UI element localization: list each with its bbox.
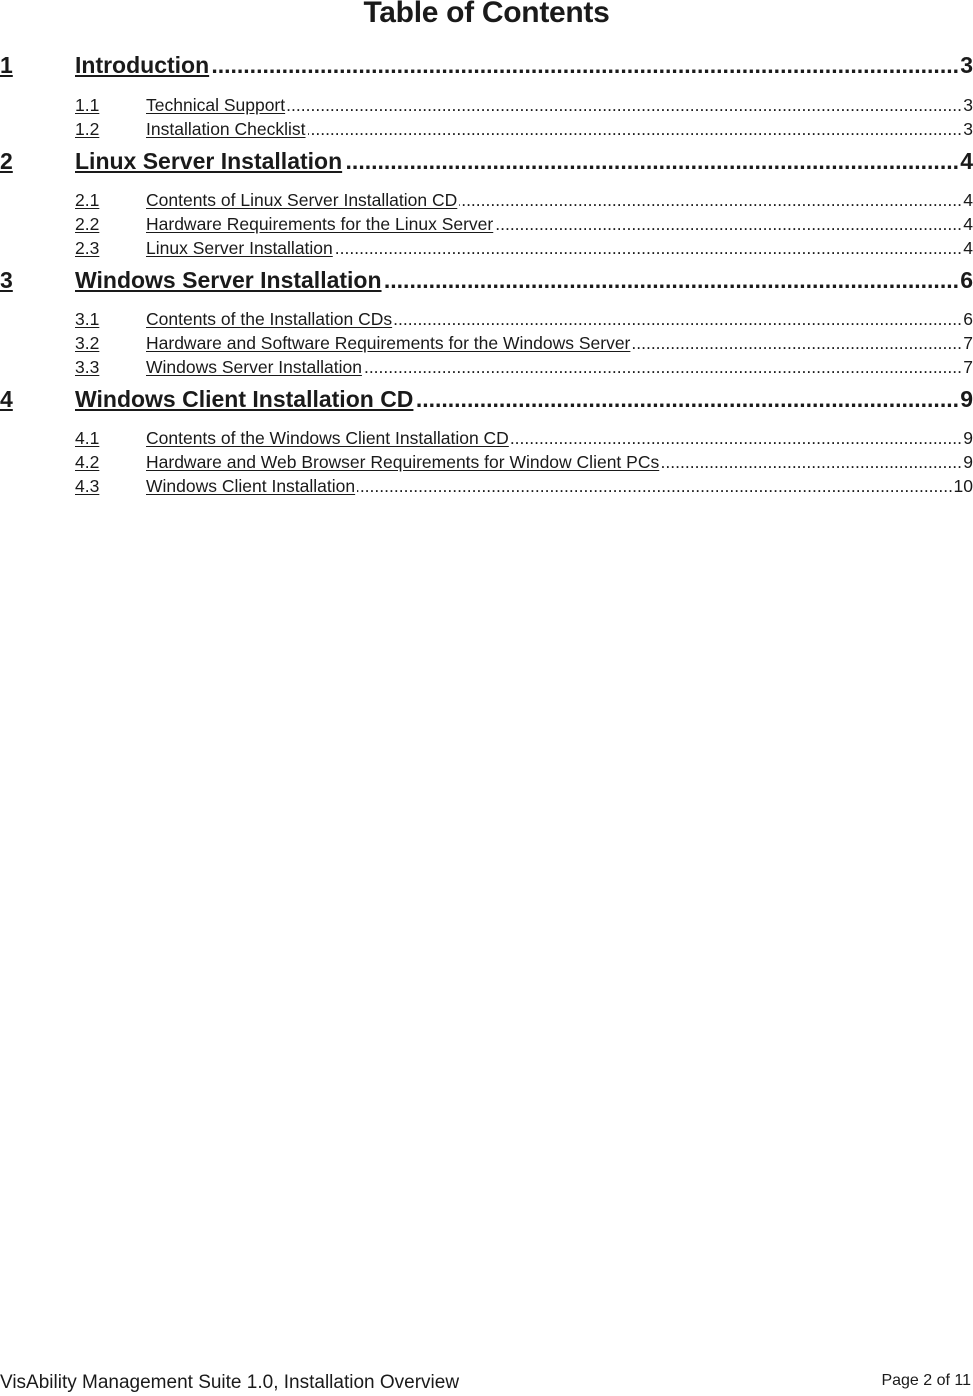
toc-entry-page: 4 [963,190,973,210]
toc-entry-title[interactable]: Windows Server Installation [75,267,382,294]
dot-leader: ........................................… [495,214,962,234]
page-title: Table of Contents [363,0,610,29]
toc-entry-number[interactable]: 2.1 [75,190,99,211]
toc-entry-page: 3 [963,95,973,115]
toc-entry-page: 7 [963,333,973,353]
footer-page-number: Page 2 of 11 [881,1372,971,1389]
dot-leader: ........................................… [211,52,959,78]
toc-entry-title[interactable]: Windows Client Installation [146,476,355,497]
toc-entry-title[interactable]: Windows Server Installation [146,357,362,378]
toc-entry-number[interactable]: 2 [0,148,13,175]
toc-entry-number[interactable]: 1.1 [75,95,99,116]
toc-entry-title[interactable]: Technical Support [146,95,285,116]
toc-entry-title[interactable]: Installation Checklist [146,119,306,140]
toc-entry-title[interactable]: Linux Server Installation [146,238,333,259]
toc-entry-title[interactable]: Hardware and Software Requirements for t… [146,333,630,354]
footer-document-title: VisAbility Management Suite 1.0, Install… [0,1372,460,1393]
dot-leader: ........................................… [287,95,962,115]
toc-entry-page: 4 [963,214,973,234]
toc-entry-title[interactable]: Introduction [75,52,209,79]
dot-leader: ........................................… [357,476,953,496]
dot-leader: ........................................… [335,238,962,258]
toc-entry-number[interactable]: 2.2 [75,214,99,235]
dot-leader: ........................................… [308,119,962,139]
toc-entry-page: 3 [960,52,973,78]
toc-entry-page: 7 [963,357,973,377]
dot-leader: ........................................… [415,386,959,412]
toc-entry-page: 10 [953,476,973,496]
toc-entry-number[interactable]: 2.3 [75,238,99,259]
dot-leader: ........................................… [344,148,959,174]
toc-entry-title[interactable]: Hardware and Web Browser Requirements fo… [146,452,659,473]
toc-entry-number[interactable]: 4.3 [75,476,99,497]
toc-entry-page: 6 [960,267,973,293]
toc-entry-number[interactable]: 3.1 [75,309,99,330]
toc-entry-title[interactable]: Windows Client Installation CD [75,386,413,413]
toc-entry-page: 4 [960,148,973,174]
toc-entry-number[interactable]: 1 [0,52,13,79]
toc-entry-number[interactable]: 3 [0,267,13,294]
toc-entry-page: 9 [963,428,973,448]
dot-leader: ........................................… [364,357,962,377]
toc-entry-number[interactable]: 3.2 [75,333,99,354]
toc-entry-page: 4 [963,238,973,258]
toc-entry-title[interactable]: Linux Server Installation [75,148,342,175]
dot-leader: ........................................… [459,190,962,210]
toc-entry-title[interactable]: Contents of Linux Server Installation CD [146,190,457,211]
dot-leader: ........................................… [384,267,959,293]
toc-entry-number[interactable]: 4.2 [75,452,99,473]
toc-entry-number[interactable]: 4.1 [75,428,99,449]
toc-entry-page: 3 [963,119,973,139]
toc-entry-page: 9 [960,386,973,412]
toc-entry-number[interactable]: 1.2 [75,119,99,140]
toc-entry-title[interactable]: Hardware Requirements for the Linux Serv… [146,214,493,235]
toc-entry-page: 6 [963,309,973,329]
dot-leader: ........................................… [661,452,962,472]
toc-entry-number[interactable]: 3.3 [75,357,99,378]
dot-leader: ........................................… [632,333,962,353]
dot-leader: ........................................… [511,428,962,448]
dot-leader: ........................................… [394,309,962,329]
toc-entry-title[interactable]: Contents of the Installation CDs [146,309,392,330]
toc-entry-number[interactable]: 4 [0,386,13,413]
toc-entry-title[interactable]: Contents of the Windows Client Installat… [146,428,509,449]
toc-entry-page: 9 [963,452,973,472]
